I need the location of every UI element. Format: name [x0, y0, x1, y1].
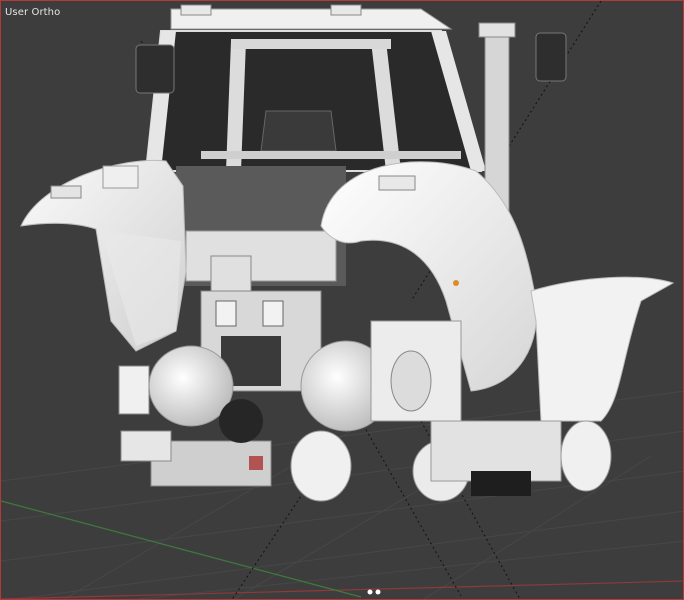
y-axis-line	[1, 500, 362, 598]
x-axis-line	[1, 580, 683, 599]
3d-viewport[interactable]: User Ortho	[0, 0, 684, 600]
origin-marker	[375, 589, 381, 595]
origin-marker	[367, 589, 373, 595]
viewport-canvas[interactable]	[1, 1, 684, 600]
tractor-rear-model[interactable]	[20, 4, 675, 502]
